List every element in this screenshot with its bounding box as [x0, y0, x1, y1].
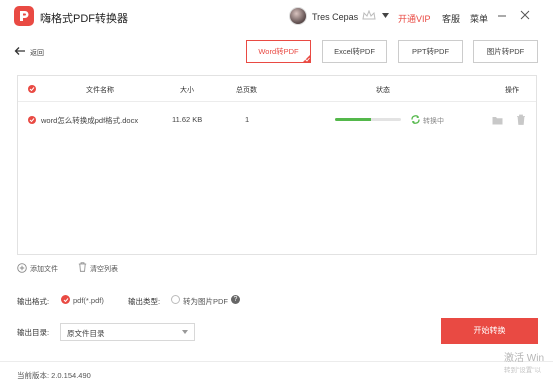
- trash-icon[interactable]: [516, 114, 526, 125]
- progress-fill: [335, 118, 372, 121]
- file-size: 11.62 KB: [172, 115, 203, 124]
- app-title: 嗨格式PDF转换器: [40, 13, 128, 25]
- menu-link[interactable]: 菜单: [470, 12, 488, 25]
- column-header-actions: 操作: [505, 87, 519, 94]
- minimize-icon[interactable]: [497, 10, 507, 20]
- tab-excel-to-pdf[interactable]: Excel转PDF: [322, 40, 387, 63]
- divider: [0, 361, 553, 362]
- activation-watermark-sub: 转到"设置"以: [504, 367, 542, 374]
- file-name: word怎么转换成pdf格式.docx: [41, 116, 139, 125]
- back-arrow-icon[interactable]: [14, 45, 26, 57]
- tab-image-to-pdf[interactable]: 图片转PDF: [473, 40, 538, 63]
- tab-ppt-to-pdf[interactable]: PPT转PDF: [398, 40, 463, 63]
- row-checkbox[interactable]: [28, 116, 36, 124]
- column-header-status: 状态: [376, 87, 390, 94]
- output-type-label: 输出类型:: [128, 297, 161, 306]
- version-text: 当前版本: 2.0.154.490: [17, 371, 91, 380]
- app-logo: [14, 6, 34, 26]
- tab-word-to-pdf[interactable]: Word转PDF: [246, 40, 311, 63]
- chevron-down-icon: [182, 330, 188, 334]
- tab-label: Word转PDF: [258, 47, 299, 56]
- close-icon[interactable]: [520, 10, 530, 20]
- sync-icon: [411, 115, 420, 124]
- trash-icon[interactable]: [78, 262, 87, 272]
- format-radio-pdf[interactable]: [61, 295, 70, 304]
- check-icon: [305, 57, 310, 62]
- column-header-name: 文件名称: [86, 87, 114, 94]
- output-dir-label: 输出目录:: [17, 328, 50, 337]
- activation-watermark: 激活 Win: [504, 353, 544, 364]
- vip-link[interactable]: 开通VIP: [398, 12, 431, 25]
- title-bar: 嗨格式PDF转换器 Tres Cepas 开通VIP 客服 菜单: [0, 0, 553, 34]
- file-pages: 1: [245, 115, 250, 124]
- tab-label: PPT转PDF: [411, 47, 450, 56]
- tab-label: Excel转PDF: [334, 47, 375, 56]
- output-dir-value: 原文件目录: [67, 329, 105, 338]
- output-format-label: 输出格式:: [17, 297, 50, 306]
- output-dir-select[interactable]: 原文件目录: [60, 323, 195, 341]
- add-file-button[interactable]: 添加文件: [30, 264, 58, 274]
- chevron-down-icon[interactable]: [382, 13, 389, 18]
- user-name[interactable]: Tres Cepas: [312, 12, 358, 22]
- crown-icon: [362, 10, 376, 20]
- clear-list-button[interactable]: 清空列表: [90, 264, 118, 274]
- column-header-pages: 总页数: [236, 87, 257, 94]
- folder-icon[interactable]: [492, 116, 503, 125]
- status-text: 转换中: [423, 118, 444, 125]
- column-header-size: 大小: [180, 87, 194, 94]
- help-icon[interactable]: ?: [231, 295, 240, 304]
- select-all-checkbox[interactable]: [28, 85, 36, 93]
- service-link[interactable]: 客服: [442, 12, 460, 25]
- avatar[interactable]: [289, 7, 307, 25]
- type-radio-image-pdf[interactable]: [171, 295, 180, 304]
- table-header: 文件名称 大小 总页数 状态 操作: [18, 76, 536, 102]
- format-option-pdf[interactable]: pdf(*.pdf): [73, 296, 104, 305]
- start-convert-button[interactable]: 开始转换: [441, 318, 538, 344]
- plus-icon[interactable]: [17, 263, 27, 273]
- file-list-panel: 文件名称 大小 总页数 状态 操作 word怎么转换成pdf格式.docx 11…: [17, 75, 537, 255]
- back-button[interactable]: 返回: [30, 48, 44, 58]
- progress-bar: [335, 118, 401, 121]
- tab-label: 图片转PDF: [486, 47, 525, 56]
- type-option-image-pdf[interactable]: 转为图片PDF: [183, 296, 228, 307]
